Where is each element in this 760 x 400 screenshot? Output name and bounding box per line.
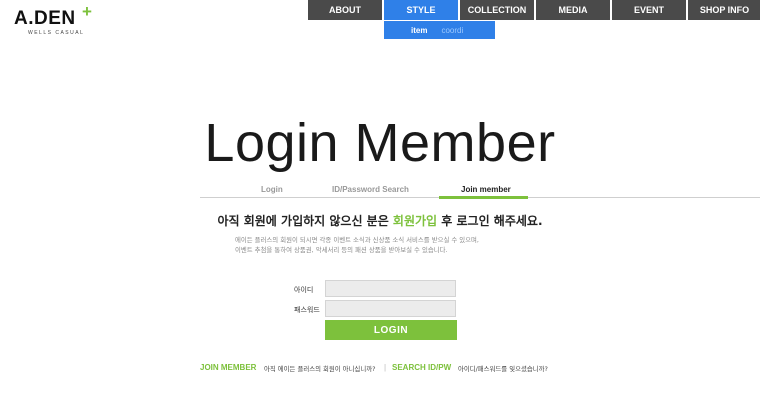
search-id-pw-link[interactable]: SEARCH ID/PW bbox=[392, 363, 451, 372]
page-title: Login Member bbox=[204, 113, 556, 173]
login-button[interactable]: LOGIN bbox=[325, 320, 457, 340]
headline-text-after: 후 로그인 해주세요. bbox=[437, 214, 543, 228]
logo-wordmark: A.DEN bbox=[14, 8, 76, 29]
description-line-2: 이벤트 추첨을 통하여 상품권, 악세서리 등의 패션 상품을 받아보실 수 있… bbox=[235, 246, 448, 254]
active-tab-indicator bbox=[439, 196, 528, 199]
join-member-link[interactable]: JOIN MEMBER bbox=[200, 363, 256, 372]
id-input[interactable] bbox=[325, 280, 456, 297]
description-line-1: 에이든 플러스의 회원이 되시면 각종 이벤트 소식과 신상품 소식 서비스를 … bbox=[235, 236, 479, 244]
brand-logo[interactable]: A.DEN + WELLS CASUAL bbox=[14, 2, 134, 44]
tab-join-member[interactable]: Join member bbox=[461, 185, 511, 194]
nav-collection[interactable]: COLLECTION bbox=[460, 0, 534, 20]
login-tabs: Login ID/Password Search Join member bbox=[0, 185, 760, 197]
submenu-item[interactable]: item bbox=[411, 26, 427, 35]
join-headline: 아직 회원에 가입하지 않으신 분은 회원가입 후 로그인 해주세요. bbox=[0, 212, 760, 229]
join-description: 에이든 플러스의 회원이 되시면 각종 이벤트 소식과 신상품 소식 서비스를 … bbox=[235, 235, 535, 255]
search-id-pw-desc: 아이디/패스워드를 잊으셨습니까? bbox=[458, 365, 548, 373]
logo-subtitle: WELLS CASUAL bbox=[28, 30, 85, 36]
link-separator: | bbox=[384, 363, 387, 372]
tab-id-password-search[interactable]: ID/Password Search bbox=[332, 185, 409, 194]
password-label: 패스워드 bbox=[294, 306, 320, 314]
submenu-coordi[interactable]: coordi bbox=[441, 26, 463, 35]
nav-media[interactable]: MEDIA bbox=[536, 0, 610, 20]
main-nav: ABOUT STYLE COLLECTION MEDIA EVENT SHOP … bbox=[308, 0, 760, 20]
nav-event[interactable]: EVENT bbox=[612, 0, 686, 20]
headline-highlight: 회원가입 bbox=[392, 214, 438, 228]
logo-plus-icon: + bbox=[82, 2, 92, 21]
style-submenu: item coordi bbox=[384, 21, 495, 39]
headline-text-before: 아직 회원에 가입하지 않으신 분은 bbox=[217, 214, 393, 228]
bottom-links: JOIN MEMBER 아직 에이든 플러스의 회원이 아니십니까? | SEA… bbox=[0, 363, 760, 375]
nav-style[interactable]: STYLE bbox=[384, 0, 458, 20]
password-input[interactable] bbox=[325, 300, 456, 317]
id-label: 아이디 bbox=[294, 286, 314, 294]
tab-login[interactable]: Login bbox=[261, 185, 283, 194]
nav-about[interactable]: ABOUT bbox=[308, 0, 382, 20]
join-member-desc: 아직 에이든 플러스의 회원이 아니십니까? bbox=[264, 365, 376, 373]
nav-shop-info[interactable]: SHOP INFO bbox=[688, 0, 760, 20]
